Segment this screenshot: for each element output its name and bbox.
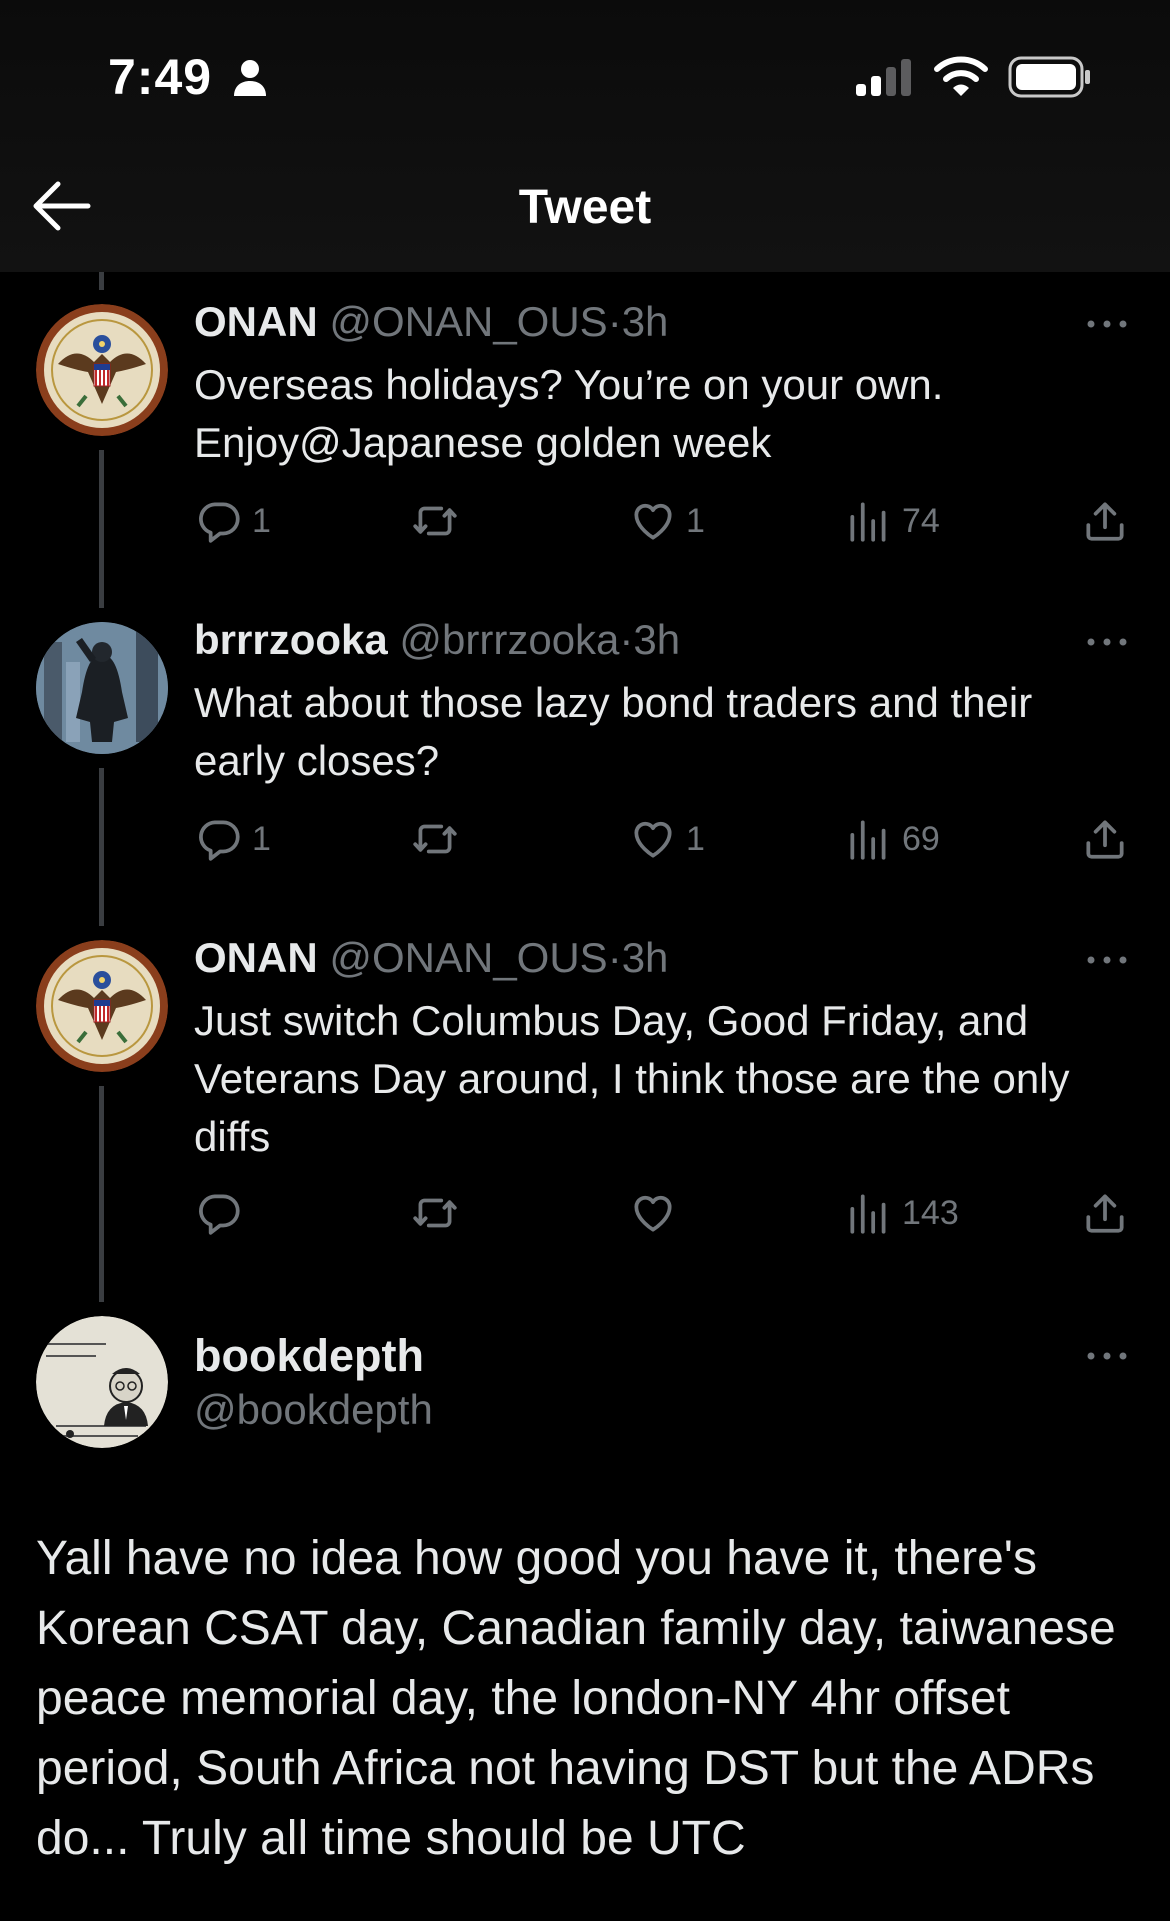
tweet-text: Yall have no idea how good you have it, …: [36, 1532, 1116, 1865]
like-icon: [628, 814, 678, 864]
wifi-icon: [934, 56, 988, 96]
action-bar: 143: [194, 1188, 1134, 1238]
retweet-icon: [410, 1188, 460, 1238]
page-title: Tweet: [518, 181, 652, 234]
action-bar: 1 1 69: [194, 814, 1134, 864]
like-button[interactable]: [628, 1188, 686, 1238]
like-icon: [628, 496, 678, 546]
timestamp[interactable]: 3h: [622, 934, 669, 981]
retweet-icon: [410, 814, 460, 864]
more-icon[interactable]: [1086, 1350, 1128, 1362]
views-button[interactable]: 69: [844, 814, 940, 864]
share-icon: [1080, 496, 1130, 546]
reply-button[interactable]: 1: [194, 814, 271, 864]
avatar[interactable]: [36, 940, 168, 1072]
person-icon: [234, 60, 266, 96]
tweet-header: ONAN @ONAN_OUS·3h: [194, 298, 668, 346]
reply-icon: [194, 496, 244, 546]
thread-line: [99, 768, 104, 926]
display-name[interactable]: ONAN: [194, 934, 318, 981]
like-button[interactable]: 1: [628, 814, 705, 864]
status-time: 7:49: [108, 49, 213, 105]
views-button[interactable]: 143: [844, 1188, 959, 1238]
like-count: 1: [686, 819, 705, 858]
views-icon: [844, 814, 894, 864]
tweet-text: What about those lazy bond traders and t…: [194, 679, 1033, 784]
display-name[interactable]: bookdepth: [194, 1330, 424, 1382]
like-count: 1: [686, 501, 705, 540]
views-icon: [844, 496, 894, 546]
more-icon[interactable]: [1086, 318, 1128, 330]
signal-icon: [856, 59, 911, 96]
reply-icon: [194, 1188, 244, 1238]
share-button[interactable]: [1080, 496, 1130, 546]
views-count: 69: [902, 819, 940, 858]
more-icon[interactable]: [1086, 954, 1128, 966]
timestamp[interactable]: 3h: [622, 298, 669, 345]
retweet-icon: [410, 496, 460, 546]
views-icon: [844, 1188, 894, 1238]
views-count: 74: [902, 501, 940, 540]
share-button[interactable]: [1080, 1188, 1130, 1238]
tweet-text: Just switch Columbus Day, Good Friday, a…: [194, 997, 1070, 1160]
avatar[interactable]: [36, 1316, 168, 1448]
avatar[interactable]: [36, 622, 168, 754]
display-name[interactable]: ONAN: [194, 298, 318, 345]
handle[interactable]: @ONAN_OUS: [329, 298, 607, 345]
reply-button[interactable]: 1: [194, 496, 271, 546]
action-bar: 1 1 74: [194, 496, 1134, 546]
thread-line: [99, 272, 104, 290]
timestamp[interactable]: 3h: [633, 616, 680, 663]
thread-line: [99, 1086, 104, 1302]
retweet-button[interactable]: [410, 496, 468, 546]
share-button[interactable]: [1080, 814, 1130, 864]
handle[interactable]: @brrrzooka: [399, 616, 619, 663]
reply-button[interactable]: [194, 1188, 252, 1238]
separator: ·: [607, 934, 622, 981]
reply-icon: [194, 814, 244, 864]
reply-count: 1: [252, 501, 271, 540]
views-count: 143: [902, 1193, 959, 1232]
thread-line: [99, 450, 104, 608]
share-icon: [1080, 1188, 1130, 1238]
tweet-header: brrrzooka @brrrzooka·3h: [194, 616, 680, 664]
views-button[interactable]: 74: [844, 496, 940, 546]
battery-icon: [1008, 56, 1090, 98]
more-icon[interactable]: [1086, 636, 1128, 648]
like-button[interactable]: 1: [628, 496, 705, 546]
separator: ·: [619, 616, 634, 663]
share-icon: [1080, 814, 1130, 864]
retweet-button[interactable]: [410, 814, 468, 864]
retweet-button[interactable]: [410, 1188, 468, 1238]
separator: ·: [607, 298, 622, 345]
reply-count: 1: [252, 819, 271, 858]
display-name[interactable]: brrrzooka: [194, 616, 388, 663]
handle[interactable]: @ONAN_OUS: [329, 934, 607, 981]
tweet-text: Overseas holidays? You’re on your own. E…: [194, 361, 944, 466]
like-icon: [628, 1188, 678, 1238]
handle[interactable]: @bookdepth: [194, 1386, 433, 1434]
tweet-header: ONAN @ONAN_OUS·3h: [194, 934, 668, 982]
avatar[interactable]: [36, 304, 168, 436]
